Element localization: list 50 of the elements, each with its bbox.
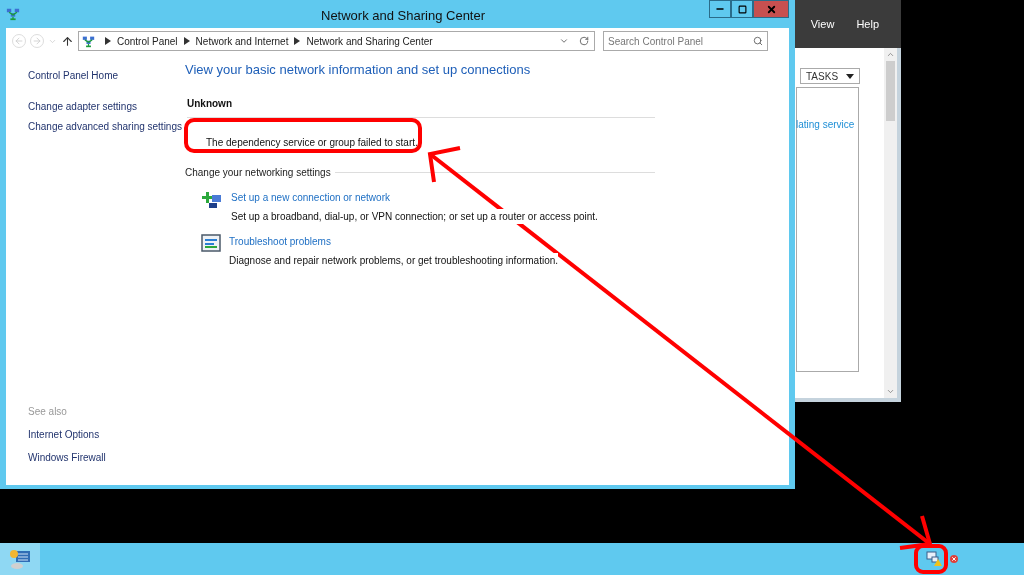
scrollbar-thumb[interactable] [886, 61, 895, 121]
highlight-rectangle [914, 544, 948, 574]
search-icon [753, 36, 763, 46]
maximize-icon [737, 4, 747, 14]
server-manager-icon [8, 548, 32, 570]
monitor-icon [201, 233, 221, 252]
breadcrumb-arrow-icon [105, 37, 111, 45]
network-plus-icon [201, 189, 223, 210]
menu-item[interactable]: Help [856, 15, 879, 33]
sidebar-link[interactable]: Change advanced sharing settings [28, 121, 185, 133]
network-name: Unknown [187, 95, 655, 118]
up-icon[interactable] [61, 34, 74, 48]
network-icon [6, 7, 20, 21]
tasks-dropdown[interactable]: TASKS [800, 68, 860, 84]
see-also-heading: See also [28, 405, 68, 419]
link-text[interactable]: lating service [796, 117, 855, 132]
breadcrumb-item[interactable]: Control Panel [117, 33, 178, 49]
address-bar[interactable]: Control Panel Network and Internet Network and Sharing Center [78, 31, 595, 51]
page-heading: View your basic network information and set up connections [185, 61, 532, 79]
network-icon [82, 34, 95, 48]
task-link[interactable]: Set up a new connection or network [231, 189, 598, 205]
minimize-button[interactable] [709, 0, 731, 18]
breadcrumb-arrow-icon [183, 37, 190, 45]
breadcrumb-arrow-icon [294, 37, 301, 45]
close-icon [765, 3, 777, 15]
task-description: Diagnose and repair network problems, or get troubleshooting information. [229, 252, 559, 268]
sidebar-link[interactable]: Control Panel Home [28, 68, 185, 83]
sidebar-link[interactable]: Internet Options [28, 427, 185, 442]
scroll-down-icon [886, 387, 895, 396]
sidebar-link[interactable]: Windows Firewall [28, 450, 185, 465]
error-badge-icon[interactable] [950, 555, 958, 563]
network-warning-icon[interactable] [926, 551, 942, 567]
scrollbar[interactable] [884, 48, 897, 398]
breadcrumb-item[interactable]: Network and Internet [195, 33, 289, 49]
close-button[interactable] [753, 0, 789, 18]
server-manager-button[interactable] [0, 543, 40, 575]
error-message: The dependency service or group failed to start. [206, 135, 419, 150]
caret-icon [846, 73, 854, 79]
breadcrumb-item[interactable]: Network and Sharing Center [306, 33, 433, 49]
task-description: Set up a broadband, dial-up, or VPN connection; or set up a router or access point. [231, 208, 598, 224]
scroll-up-icon [886, 50, 895, 59]
dropdown-icon[interactable] [559, 36, 569, 46]
menu-item[interactable]: View [810, 15, 835, 33]
task-link[interactable]: Troubleshoot problems [229, 233, 559, 249]
window-title: Network and Sharing Center [321, 7, 486, 25]
refresh-icon[interactable] [579, 36, 589, 46]
sidebar-link[interactable]: Change adapter settings [28, 101, 185, 113]
search-field[interactable]: Search Control Panel [603, 31, 768, 51]
section-title: Change your networking settings [185, 165, 331, 180]
maximize-button[interactable] [731, 0, 753, 18]
